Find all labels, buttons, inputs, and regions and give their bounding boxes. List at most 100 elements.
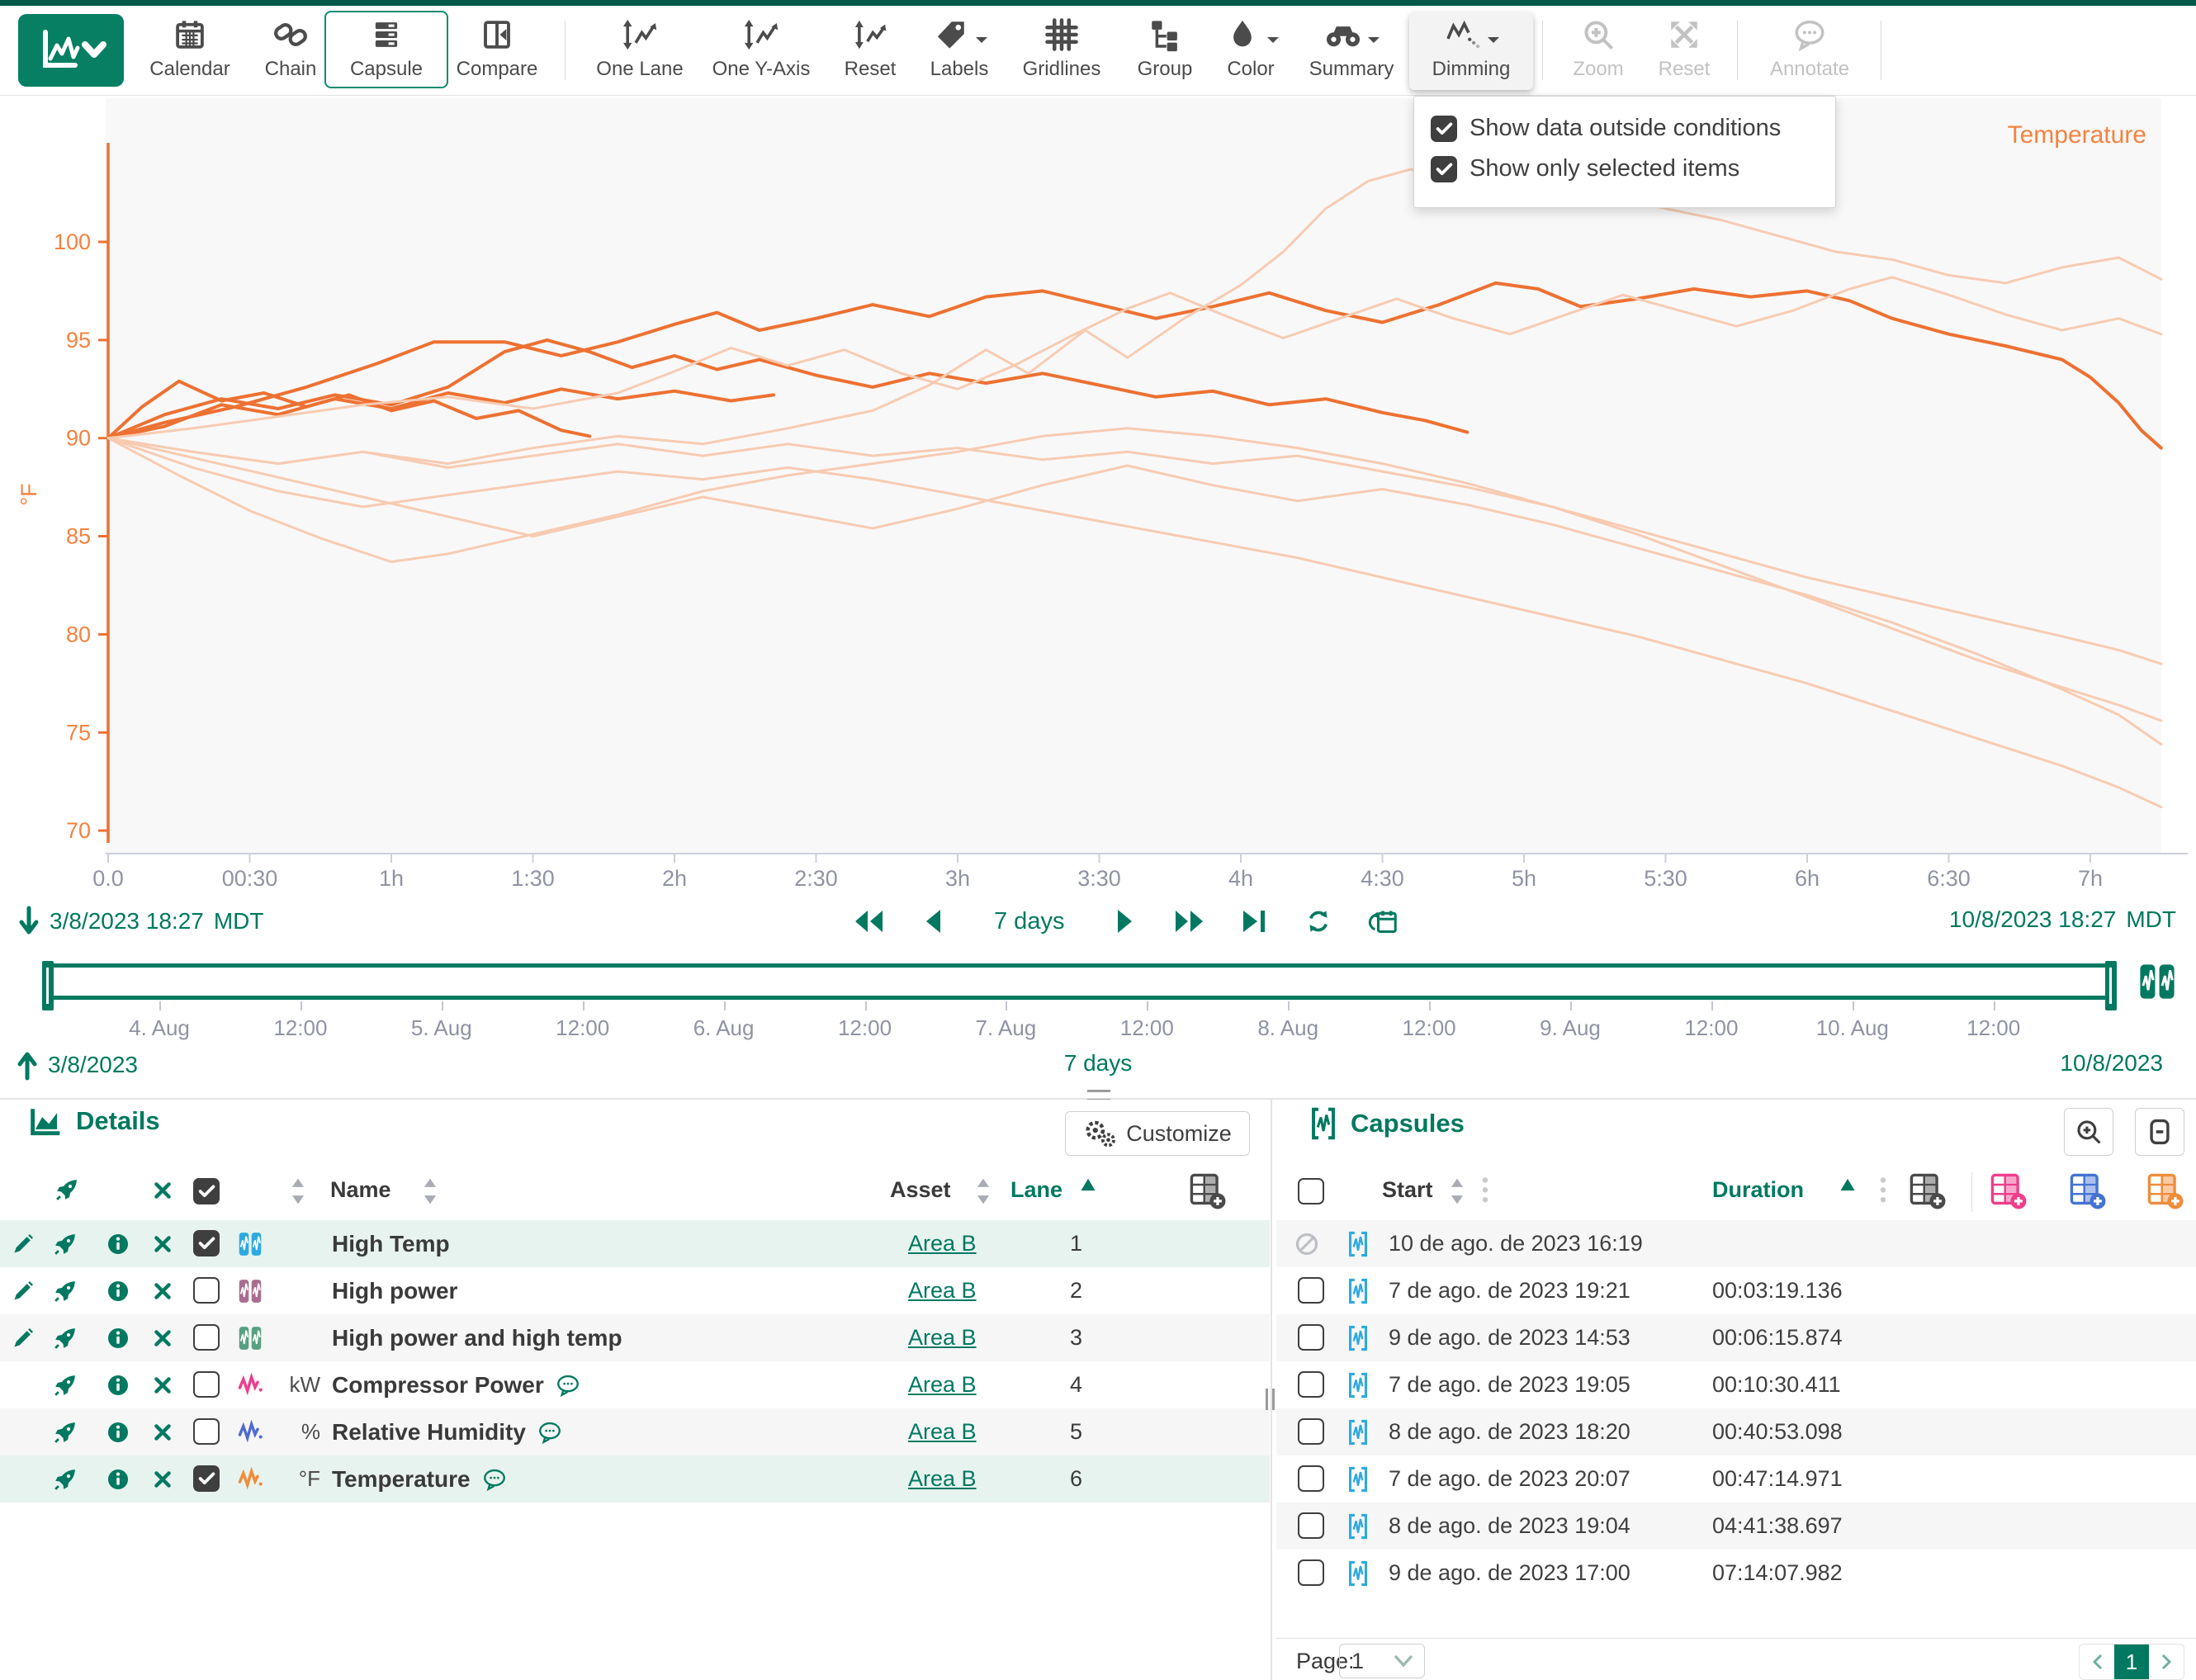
- capsule-select-checkbox[interactable]: [1298, 1465, 1324, 1492]
- select-all-capsules-checkbox[interactable]: [1298, 1178, 1324, 1204]
- capsule-select-checkbox[interactable]: [1298, 1277, 1324, 1304]
- info-icon[interactable]: [106, 1220, 130, 1267]
- sort-icon[interactable]: [291, 1177, 305, 1209]
- asset-column-header[interactable]: Asset: [890, 1177, 951, 1203]
- duration-column-menu-icon[interactable]: [1879, 1174, 1887, 1205]
- pin-all-icon[interactable]: [54, 1177, 79, 1206]
- investigate-end-date[interactable]: 10/8/2023: [2060, 1050, 2163, 1077]
- menu-item-show-data-outside-conditions[interactable]: Show data outside conditions: [1414, 108, 1835, 149]
- asset-link[interactable]: Area B: [908, 1455, 977, 1503]
- asset-link[interactable]: Area B: [908, 1408, 977, 1455]
- capsule-row[interactable]: 10 de ago. de 2023 16:19: [1276, 1220, 2196, 1267]
- info-icon[interactable]: [106, 1408, 130, 1455]
- asset-link[interactable]: Area B: [908, 1361, 977, 1408]
- step-forward-button[interactable]: [1171, 903, 1208, 939]
- asset-link[interactable]: Area B: [908, 1220, 977, 1267]
- pager-prev-button[interactable]: [2080, 1645, 2114, 1679]
- capsule-select-checkbox[interactable]: [1298, 1418, 1324, 1445]
- duration-column-header[interactable]: Duration: [1712, 1177, 1804, 1203]
- customize-button[interactable]: Customize: [1065, 1111, 1250, 1156]
- edit-icon[interactable]: [12, 1314, 35, 1361]
- sort-duration-asc-icon[interactable]: [1839, 1176, 1856, 1198]
- sort-asset-icon[interactable]: [976, 1177, 991, 1209]
- name-column-header[interactable]: Name: [330, 1177, 391, 1203]
- checkbox-show-data-outside-conditions[interactable]: [1431, 116, 1457, 142]
- select-all-checkbox[interactable]: [193, 1178, 220, 1204]
- edit-icon[interactable]: [12, 1267, 35, 1314]
- half-step-forward-button[interactable]: [1107, 903, 1143, 939]
- remove-all-icon[interactable]: [152, 1180, 173, 1205]
- table-row[interactable]: High power and high tempArea B3: [0, 1314, 1270, 1361]
- table-row[interactable]: kWCompressor PowerArea B4: [0, 1361, 1270, 1408]
- capsule-row[interactable]: 7 de ago. de 2023 19:0500:10:30.411: [1276, 1361, 2196, 1408]
- remove-icon[interactable]: [152, 1361, 173, 1408]
- sort-start-icon[interactable]: [1450, 1177, 1465, 1209]
- capsule-row[interactable]: 7 de ago. de 2023 20:0700:47:14.971: [1276, 1455, 2196, 1503]
- vertical-resize-handle-icon[interactable]: [1266, 1389, 1275, 1410]
- asset-link[interactable]: Area B: [908, 1267, 977, 1314]
- pager-next-button[interactable]: [2149, 1645, 2184, 1679]
- toolbar-compare-button[interactable]: Compare: [435, 12, 559, 90]
- capsule-time-icon[interactable]: [2138, 962, 2176, 1006]
- toolbar-dimming-button[interactable]: Dimming: [1409, 12, 1533, 90]
- collapse-panel-button[interactable]: [2135, 1108, 2184, 1156]
- capsule-row[interactable]: 8 de ago. de 2023 19:0404:41:38.697: [1276, 1503, 2196, 1550]
- add-condition-column-pink-icon[interactable]: [1990, 1172, 2028, 1214]
- step-back-button[interactable]: [850, 903, 887, 939]
- row-select-checkbox[interactable]: [193, 1277, 220, 1304]
- row-select-checkbox[interactable]: [193, 1324, 220, 1351]
- add-condition-column-blue-icon[interactable]: [2069, 1172, 2107, 1214]
- remove-icon[interactable]: [152, 1455, 173, 1503]
- toolbar-summary-button[interactable]: Summary: [1290, 12, 1413, 90]
- item-name[interactable]: High Temp: [332, 1220, 450, 1267]
- row-select-checkbox[interactable]: [193, 1418, 220, 1445]
- remove-icon[interactable]: [152, 1220, 173, 1267]
- capsule-row[interactable]: 9 de ago. de 2023 17:0007:14:07.982: [1276, 1550, 2196, 1597]
- investigate-range-duration[interactable]: 7 days: [1015, 1050, 1181, 1077]
- capsule-select-checkbox[interactable]: [1298, 1512, 1324, 1539]
- comment-bubble-icon[interactable]: [537, 1422, 562, 1443]
- menu-item-show-only-selected-items[interactable]: Show only selected items: [1414, 149, 1835, 189]
- table-row[interactable]: High TempArea B1: [0, 1220, 1270, 1267]
- row-select-checkbox[interactable]: [193, 1465, 220, 1492]
- lane-column-header[interactable]: Lane: [1010, 1177, 1063, 1203]
- info-icon[interactable]: [106, 1314, 130, 1361]
- pager-current-page[interactable]: 1: [2114, 1645, 2149, 1679]
- row-select-checkbox[interactable]: [193, 1230, 220, 1256]
- add-condition-column-orange-icon[interactable]: [2146, 1172, 2184, 1214]
- end-datetime[interactable]: 10/8/2023 18:27: [1949, 906, 2116, 933]
- add-column-icon[interactable]: [1909, 1172, 1947, 1214]
- item-name[interactable]: Temperature: [332, 1455, 507, 1503]
- pin-icon[interactable]: [53, 1455, 78, 1503]
- remove-icon[interactable]: [152, 1314, 173, 1361]
- display-range-duration[interactable]: 7 days: [994, 908, 1064, 935]
- item-name[interactable]: Compressor Power: [332, 1361, 580, 1408]
- capsule-row[interactable]: 7 de ago. de 2023 19:2100:03:19.136: [1276, 1267, 2196, 1314]
- half-step-back-button[interactable]: [915, 903, 951, 939]
- capsule-row[interactable]: 8 de ago. de 2023 18:2000:40:53.098: [1276, 1408, 2196, 1455]
- comment-bubble-icon[interactable]: [556, 1375, 580, 1396]
- asset-link[interactable]: Area B: [908, 1314, 977, 1361]
- item-name[interactable]: High power and high temp: [332, 1314, 622, 1361]
- info-icon[interactable]: [106, 1361, 130, 1408]
- pin-icon[interactable]: [53, 1220, 78, 1267]
- add-column-icon[interactable]: [1189, 1172, 1227, 1214]
- investigate-range-slider[interactable]: [45, 963, 2113, 1000]
- refresh-icon[interactable]: [1300, 903, 1337, 939]
- capsule-row[interactable]: 9 de ago. de 2023 14:5300:06:15.874: [1276, 1314, 2196, 1361]
- info-icon[interactable]: [106, 1455, 130, 1503]
- pin-icon[interactable]: [53, 1408, 78, 1455]
- page-select[interactable]: 1: [1339, 1644, 1425, 1678]
- pin-icon[interactable]: [53, 1314, 78, 1361]
- pin-icon[interactable]: [53, 1361, 78, 1408]
- capsule-select-checkbox[interactable]: [1298, 1324, 1324, 1351]
- table-row[interactable]: %Relative HumidityArea B5: [0, 1408, 1270, 1455]
- capsule-select-checkbox[interactable]: [1298, 1371, 1324, 1398]
- edit-icon[interactable]: [12, 1220, 35, 1267]
- start-column-menu-icon[interactable]: [1481, 1174, 1489, 1205]
- zoom-to-capsule-button[interactable]: [2064, 1108, 2113, 1156]
- remove-icon[interactable]: [152, 1408, 173, 1455]
- comment-bubble-icon[interactable]: [482, 1469, 507, 1490]
- plot-area[interactable]: [106, 98, 2161, 854]
- row-select-checkbox[interactable]: [193, 1371, 220, 1398]
